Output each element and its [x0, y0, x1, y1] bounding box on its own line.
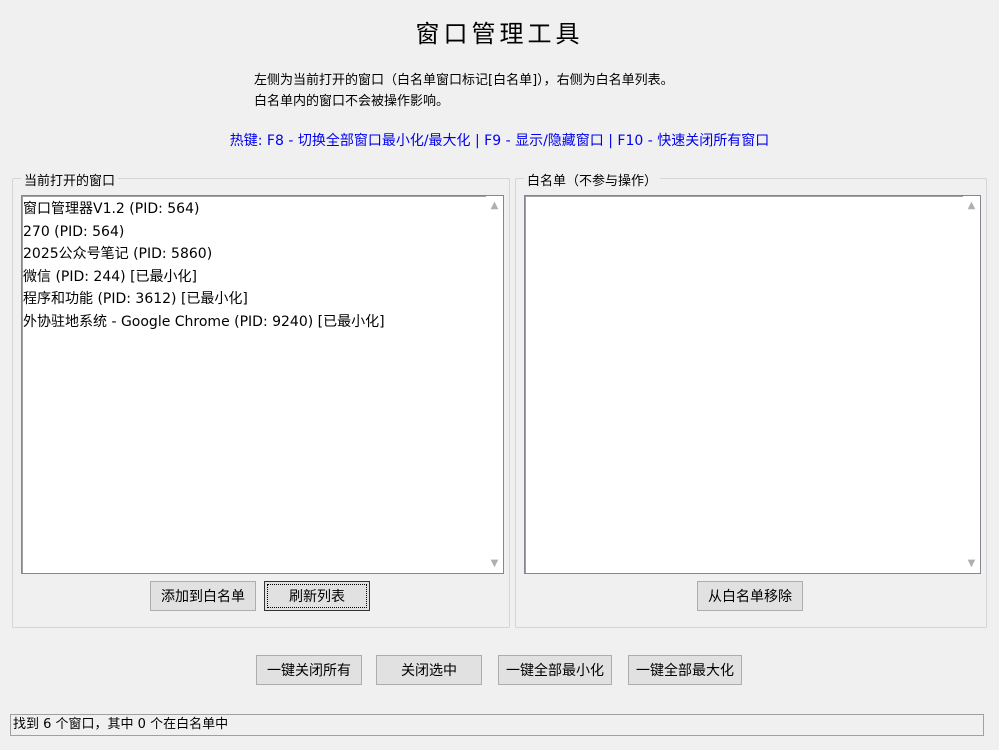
- scroll-up-icon[interactable]: ▲: [486, 197, 503, 214]
- close-all-button[interactable]: 一键关闭所有: [256, 655, 362, 685]
- description-line-2: 白名单内的窗口不会被操作影响。: [254, 94, 450, 109]
- whitelist-legend: 白名单（不参与操作）: [524, 170, 661, 189]
- window-list-item[interactable]: 微信 (PID: 244) [已最小化]: [22, 266, 503, 289]
- description-line-1: 左侧为当前打开的窗口（白名单窗口标记[白名单]），右侧为白名单列表。: [254, 73, 674, 88]
- open-windows-scrollbar[interactable]: ▲ ▼: [486, 196, 503, 573]
- window-list-item[interactable]: 2025公众号笔记 (PID: 5860): [22, 243, 503, 266]
- window-list-item[interactable]: 窗口管理器V1.2 (PID: 564): [22, 198, 503, 221]
- open-windows-legend: 当前打开的窗口: [21, 170, 119, 189]
- minimize-all-button[interactable]: 一键全部最小化: [498, 655, 612, 685]
- open-windows-items: 窗口管理器V1.2 (PID: 564) 270 (PID: 564) 2025公众…: [22, 196, 503, 333]
- remove-from-whitelist-button[interactable]: 从白名单移除: [697, 581, 803, 611]
- whitelist-items: [525, 196, 980, 198]
- close-selected-button[interactable]: 关闭选中: [376, 655, 482, 685]
- scroll-up-icon[interactable]: ▲: [963, 197, 980, 214]
- app-title: 窗口管理工具: [415, 20, 584, 48]
- scroll-down-icon[interactable]: ▼: [963, 555, 980, 572]
- window-list-item[interactable]: 270 (PID: 564): [22, 221, 503, 244]
- description: 左侧为当前打开的窗口（白名单窗口标记[白名单]），右侧为白名单列表。 白名单内的…: [254, 70, 674, 112]
- hotkeys-info: 热键: F8 - 切换全部窗口最小化/最大化 | F9 - 显示/隐藏窗口 | …: [229, 133, 770, 149]
- refresh-list-button[interactable]: 刷新列表: [264, 581, 370, 611]
- whitelist-scrollbar[interactable]: ▲ ▼: [963, 196, 980, 573]
- scroll-down-icon[interactable]: ▼: [486, 555, 503, 572]
- status-bar: 找到 6 个窗口，其中 0 个在白名单中: [10, 714, 984, 736]
- window-list-item[interactable]: 外协驻地系统 - Google Chrome (PID: 9240) [已最小化…: [22, 311, 503, 334]
- maximize-all-button[interactable]: 一键全部最大化: [628, 655, 742, 685]
- open-windows-list[interactable]: 窗口管理器V1.2 (PID: 564) 270 (PID: 564) 2025公众…: [21, 195, 504, 574]
- whitelist-list[interactable]: ▲ ▼: [524, 195, 981, 574]
- add-to-whitelist-button[interactable]: 添加到白名单: [150, 581, 256, 611]
- window-list-item[interactable]: 程序和功能 (PID: 3612) [已最小化]: [22, 288, 503, 311]
